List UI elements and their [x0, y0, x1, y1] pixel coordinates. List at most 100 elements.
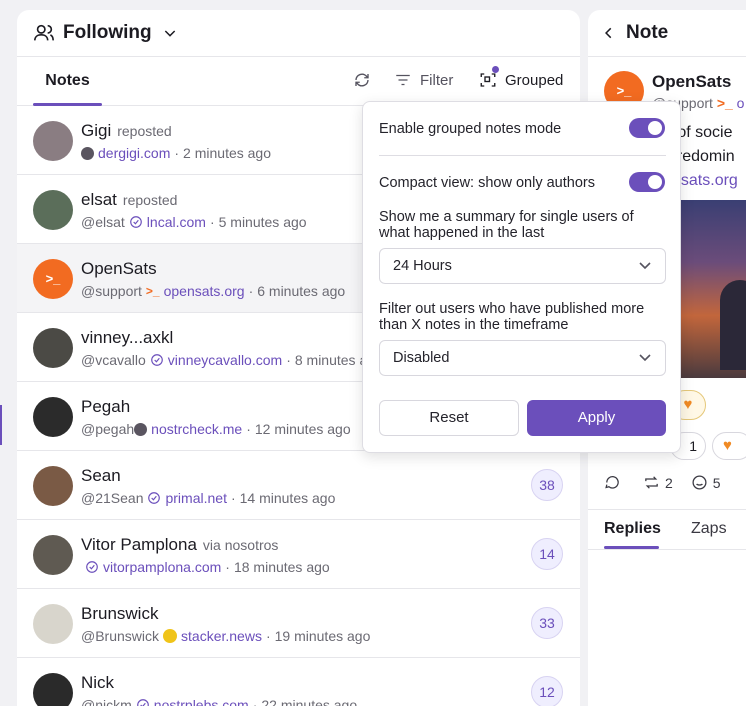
- avatar[interactable]: [33, 190, 73, 230]
- note-link[interactable]: nsats.org: [672, 172, 738, 190]
- note-row[interactable]: Vitor Pamplona via nosotros vitorpamplona.…: [17, 520, 580, 589]
- opensats-icon: >_: [716, 95, 733, 111]
- author-name[interactable]: Gigi reposted: [81, 121, 172, 141]
- back-arrow-icon[interactable]: [602, 26, 616, 40]
- apply-button[interactable]: Apply: [527, 400, 666, 436]
- reaction-icon[interactable]: [691, 474, 708, 491]
- chevron-down-icon: [639, 354, 651, 362]
- grouped-mode-toggle[interactable]: [629, 118, 665, 138]
- author-meta: @elsat lncal.com · 5 minutes ago: [81, 214, 307, 230]
- author-name[interactable]: Nick: [81, 673, 114, 693]
- refresh-icon: [355, 73, 369, 87]
- author-handle: @vcavallo: [81, 352, 146, 368]
- nip05-domain[interactable]: dergigi.com: [98, 145, 170, 161]
- note-time: 19 minutes ago: [274, 628, 371, 644]
- chevron-down-icon[interactable]: [162, 25, 178, 41]
- grouped-button[interactable]: Grouped: [479, 66, 563, 89]
- toggle-knob: [648, 175, 662, 189]
- note-time: 5 minutes ago: [218, 214, 307, 230]
- nip05-avatar-icon: [81, 146, 94, 160]
- author-meta: @nickm nostrplebs.com · 22 minutes ago: [81, 697, 357, 706]
- filter-button[interactable]: Filter: [394, 71, 453, 89]
- note-image[interactable]: [670, 200, 746, 378]
- nip05-domain[interactable]: vinneycavallo.com: [168, 352, 282, 368]
- author-handle: @21Sean: [81, 490, 144, 506]
- note-actions: 2 5: [604, 474, 721, 491]
- author-action: reposted: [122, 192, 178, 208]
- author-handle: @elsat: [81, 214, 125, 230]
- note-time: 6 minutes ago: [257, 283, 346, 299]
- feed-header[interactable]: Following: [17, 10, 580, 57]
- author-action: reposted: [117, 123, 172, 139]
- note-time: 18 minutes ago: [233, 559, 330, 575]
- author-name[interactable]: elsat reposted: [81, 190, 177, 210]
- left-sidebar-edge: [0, 0, 4, 706]
- nip05-domain[interactable]: nostrcheck.me: [151, 421, 242, 437]
- grouped-icon: [480, 73, 496, 87]
- verified-icon: [86, 561, 98, 573]
- reaction-count: 5: [712, 474, 721, 491]
- avatar[interactable]: [33, 121, 73, 161]
- note-count-badge[interactable]: 33: [531, 607, 563, 639]
- author-name[interactable]: vinney...axkl: [81, 328, 173, 348]
- repost-icon[interactable]: [643, 474, 660, 491]
- divider: [379, 155, 666, 156]
- avatar[interactable]: [33, 328, 73, 368]
- toggle-knob: [648, 121, 662, 135]
- refresh-button[interactable]: [353, 71, 379, 89]
- note-row[interactable]: Brunswick @Brunswick stacker.news · 19 min…: [17, 589, 580, 658]
- nip05-domain[interactable]: nostrplebs.com: [154, 697, 249, 706]
- verified-icon: [148, 492, 161, 504]
- reaction-chip-heart[interactable]: ♥: [712, 432, 746, 460]
- note-time: 2 minutes ago: [183, 145, 271, 161]
- author-name[interactable]: Vitor Pamplona via nosotros: [81, 535, 278, 555]
- tab-zaps[interactable]: Zaps: [691, 520, 727, 538]
- author-meta: @21Sean primal.net · 14 minutes ago: [81, 490, 336, 506]
- image-figure: [720, 280, 746, 370]
- avatar[interactable]: [33, 604, 73, 644]
- compact-view-toggle[interactable]: [629, 172, 665, 192]
- nip05-domain[interactable]: lncal.com: [147, 214, 206, 230]
- note-author-name[interactable]: OpenSats: [652, 72, 731, 92]
- filter-threshold-select[interactable]: Disabled: [379, 340, 666, 376]
- feed-tabs: Notes Filter Grouped: [17, 57, 580, 106]
- author-meta: @Brunswick stacker.news · 19 minutes ago: [81, 628, 371, 644]
- tab-replies[interactable]: Replies: [604, 520, 661, 538]
- note-count-badge[interactable]: 38: [531, 469, 563, 501]
- users-icon: [34, 24, 54, 41]
- author-meta: @support >_ opensats.org · 6 minutes ago: [81, 283, 346, 299]
- author-handle: @Brunswick: [81, 628, 160, 644]
- avatar[interactable]: [33, 673, 73, 706]
- note-row[interactable]: Nick @nickm nostrplebs.com · 22 minutes ag…: [17, 658, 580, 706]
- grouped-settings-popover: Enable grouped notes mode Compact view: …: [362, 101, 681, 453]
- reply-icon[interactable]: [604, 474, 621, 491]
- author-handle: @support: [81, 283, 142, 299]
- nip05-domain[interactable]: vitorpamplona.com: [103, 559, 221, 575]
- author-meta: @vcavallo vinneycavallo.com · 8 minutes a…: [81, 352, 383, 368]
- note-count-badge[interactable]: 12: [531, 676, 563, 706]
- author-name[interactable]: Brunswick: [81, 604, 158, 624]
- note-time: 12 minutes ago: [254, 421, 351, 437]
- nip05-domain[interactable]: primal.net: [165, 490, 226, 506]
- author-handle: @nickm: [81, 697, 132, 706]
- nip05-domain[interactable]: opensats.org: [164, 283, 245, 299]
- summary-timeframe-select[interactable]: 24 Hours: [379, 248, 666, 284]
- stacker-icon: [163, 629, 178, 643]
- reset-button[interactable]: Reset: [379, 400, 519, 436]
- author-name[interactable]: OpenSats: [81, 259, 157, 279]
- summary-label: Show me a summary for single users of wh…: [379, 209, 634, 241]
- note-row[interactable]: Sean @21Sean primal.net · 14 minutes ago 38: [17, 451, 580, 520]
- author-name[interactable]: Pegah: [81, 397, 130, 417]
- nip05-domain[interactable]: stacker.news: [181, 628, 262, 644]
- avatar[interactable]: [33, 466, 73, 506]
- avatar[interactable]: [33, 397, 73, 437]
- tab-notes[interactable]: Notes: [33, 57, 102, 106]
- author-name[interactable]: Sean: [81, 466, 121, 486]
- author-meta: vitorpamplona.com · 18 minutes ago: [81, 559, 330, 575]
- avatar[interactable]: >_: [33, 259, 73, 299]
- note-count-badge[interactable]: 14: [531, 538, 563, 570]
- author-meta: @pegah nostrcheck.me · 12 minutes ago: [81, 421, 351, 437]
- author-handle: @pegah: [81, 421, 135, 437]
- grouped-mode-label: Enable grouped notes mode: [379, 121, 562, 137]
- avatar[interactable]: [33, 535, 73, 575]
